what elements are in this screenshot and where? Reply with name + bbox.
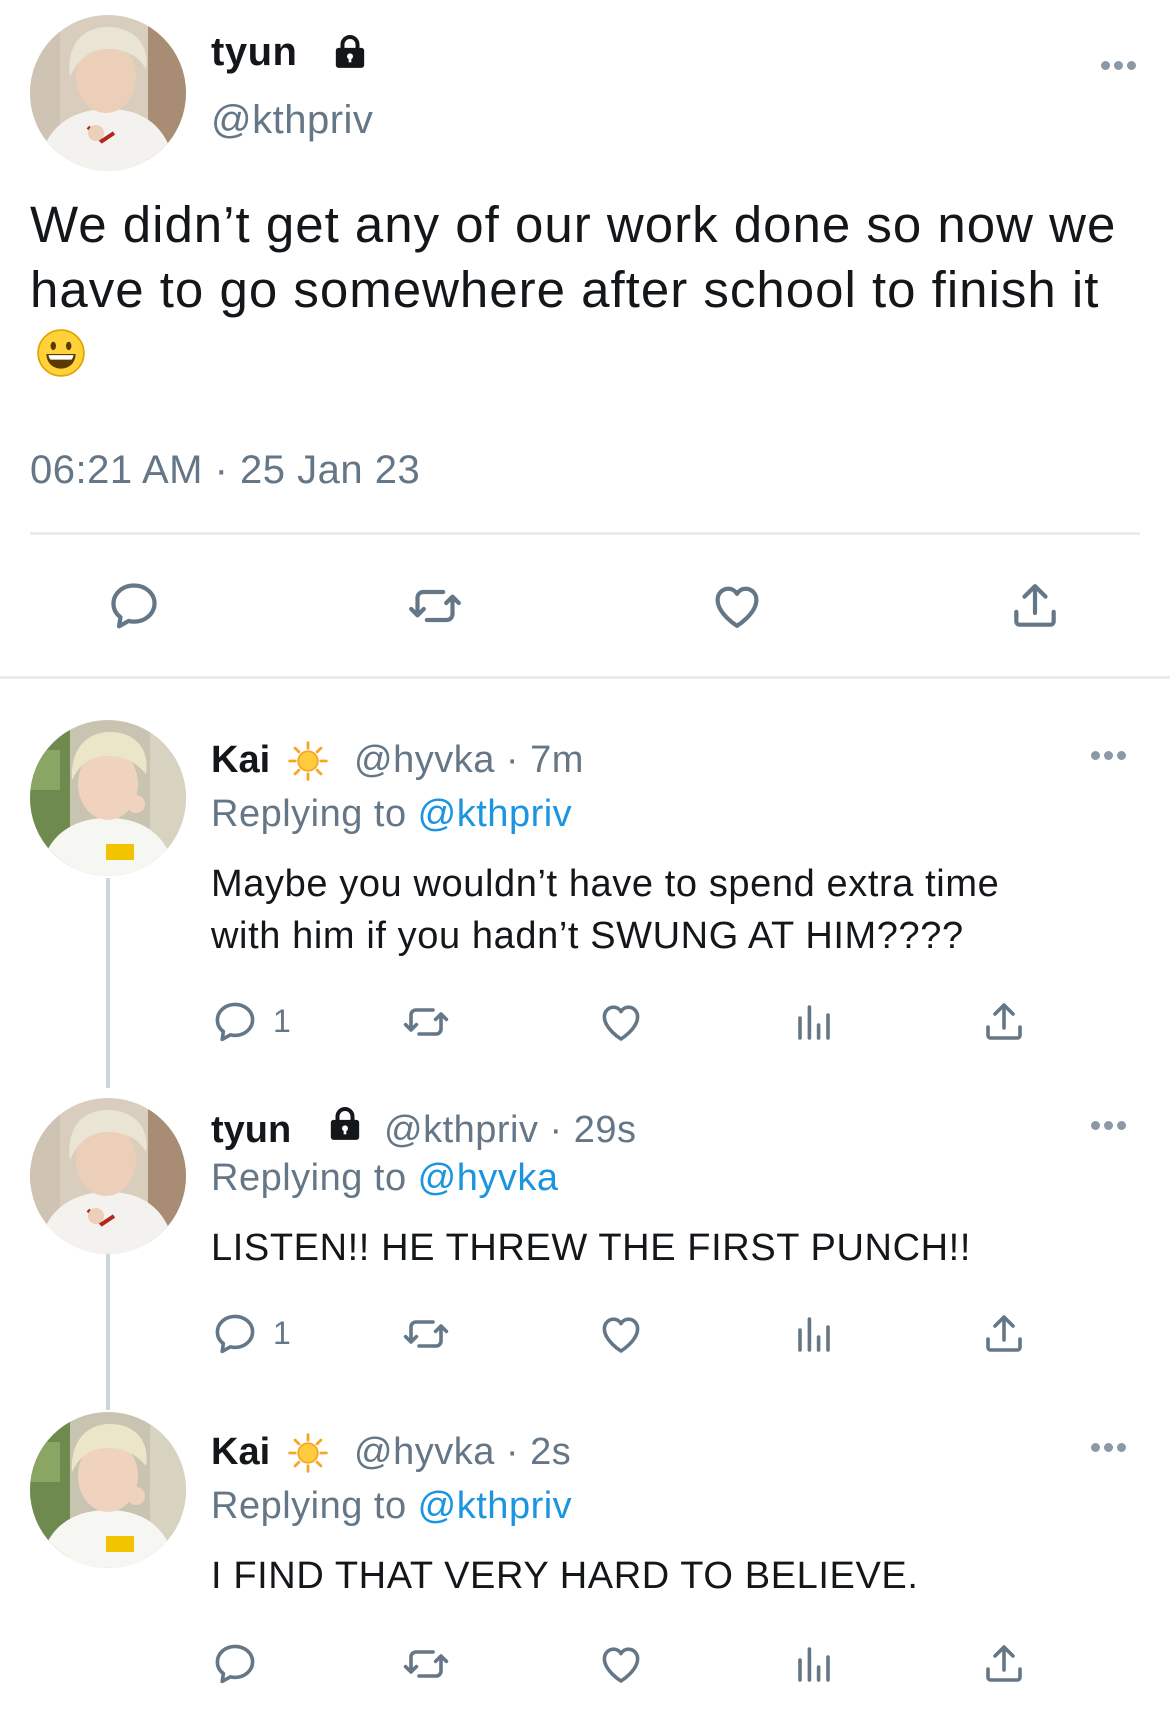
thread-line bbox=[106, 1250, 110, 1410]
mention-link[interactable]: @kthpriv bbox=[418, 1485, 573, 1527]
tweet-text-line: LISTEN!! HE THREW THE FIRST PUNCH!! bbox=[211, 1227, 971, 1269]
author-name[interactable]: tyun bbox=[211, 1109, 291, 1152]
like-icon[interactable] bbox=[596, 998, 646, 1046]
share-icon[interactable] bbox=[1007, 578, 1063, 634]
divider bbox=[0, 676, 1170, 679]
tweet-text-line: with him if you hadn’t SWUNG AT HIM???? bbox=[211, 915, 964, 957]
divider bbox=[30, 532, 1140, 535]
replying-label: Replying to bbox=[211, 1157, 418, 1199]
avatar[interactable] bbox=[30, 1412, 186, 1568]
more-options-icon[interactable] bbox=[1089, 1440, 1129, 1454]
more-options-icon[interactable] bbox=[1089, 748, 1129, 762]
thread-line bbox=[106, 878, 110, 1088]
reply-icon[interactable] bbox=[106, 578, 162, 634]
share-icon[interactable] bbox=[980, 1640, 1028, 1688]
author-name[interactable]: Kai bbox=[211, 739, 270, 782]
mention-link[interactable]: @kthpriv bbox=[418, 793, 573, 835]
replying-to: Replying to @kthpriv bbox=[211, 793, 572, 836]
retweet-icon[interactable] bbox=[400, 1640, 452, 1688]
share-icon[interactable] bbox=[980, 1310, 1028, 1358]
like-icon[interactable] bbox=[596, 1310, 646, 1358]
tweet-text: Maybe you wouldn’t have to spend extra t… bbox=[211, 858, 1141, 962]
tweet-text: LISTEN!! HE THREW THE FIRST PUNCH!! bbox=[211, 1222, 1141, 1274]
like-icon[interactable] bbox=[596, 1640, 646, 1688]
mention-link[interactable]: @hyvka bbox=[418, 1157, 559, 1199]
reply-icon[interactable] bbox=[211, 1640, 259, 1688]
replying-to: Replying to @kthpriv bbox=[211, 1485, 572, 1528]
sun-icon bbox=[287, 1432, 329, 1474]
avatar[interactable] bbox=[30, 720, 186, 876]
retweet-icon[interactable] bbox=[400, 1310, 452, 1358]
retweet-icon[interactable] bbox=[404, 578, 466, 634]
retweet-icon[interactable] bbox=[400, 998, 452, 1046]
author-handle[interactable]: @kthpriv bbox=[211, 98, 373, 143]
share-icon[interactable] bbox=[980, 998, 1028, 1046]
reply-icon[interactable] bbox=[211, 998, 259, 1046]
sun-icon bbox=[287, 740, 329, 782]
author-name[interactable]: Kai bbox=[211, 1431, 270, 1474]
more-options-icon[interactable] bbox=[1089, 1118, 1129, 1132]
avatar[interactable] bbox=[30, 1098, 186, 1254]
lock-icon bbox=[325, 1104, 365, 1144]
author-handle-time[interactable]: @kthpriv · 29s bbox=[384, 1109, 637, 1152]
author-handle-time[interactable]: @hyvka · 7m bbox=[354, 739, 584, 782]
tweet-body: We didn’t get any of our work done so no… bbox=[30, 196, 1117, 318]
author-handle-time[interactable]: @hyvka · 2s bbox=[354, 1431, 571, 1474]
lock-icon bbox=[330, 32, 370, 72]
tweet-text-line: I FIND THAT VERY HARD TO BELIEVE. bbox=[211, 1555, 919, 1597]
tweet-text-line: Maybe you wouldn’t have to spend extra t… bbox=[211, 863, 1000, 905]
replying-label: Replying to bbox=[211, 1485, 418, 1527]
smiley-emoji-icon bbox=[36, 328, 86, 378]
reply-count: 1 bbox=[273, 1003, 291, 1039]
like-icon[interactable] bbox=[708, 578, 766, 634]
tweet-timestamp[interactable]: 06:21 AM · 25 Jan 23 bbox=[30, 448, 420, 493]
more-options-icon[interactable] bbox=[1099, 58, 1139, 72]
stats-icon[interactable] bbox=[790, 1310, 838, 1358]
stats-icon[interactable] bbox=[790, 1640, 838, 1688]
replying-to: Replying to @hyvka bbox=[211, 1157, 559, 1200]
stats-icon[interactable] bbox=[790, 998, 838, 1046]
tweet-text: We didn’t get any of our work done so no… bbox=[30, 192, 1140, 387]
tweet-text: I FIND THAT VERY HARD TO BELIEVE. bbox=[211, 1550, 1141, 1602]
reply-count: 1 bbox=[273, 1315, 291, 1351]
replying-label: Replying to bbox=[211, 793, 418, 835]
author-name[interactable]: tyun bbox=[211, 30, 297, 75]
avatar[interactable] bbox=[30, 15, 186, 171]
reply-icon[interactable] bbox=[211, 1310, 259, 1358]
